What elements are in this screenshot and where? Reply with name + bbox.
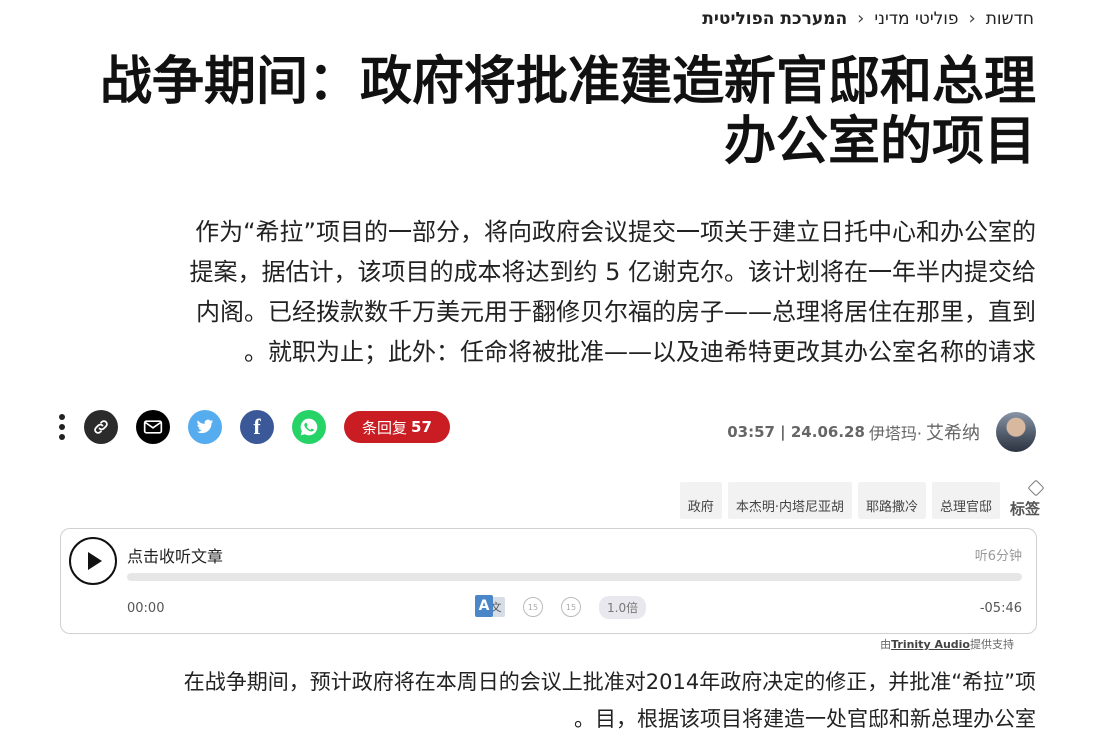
tag-icon — [1027, 479, 1045, 497]
player-controls: 文 A 15 15 1.0倍 — [475, 595, 647, 619]
breadcrumb-item-news[interactable]: חדשות — [986, 9, 1034, 29]
more-icon[interactable] — [54, 414, 70, 440]
player-title: 点击收听文章 — [127, 547, 224, 566]
title-line: 办公室的项目 — [723, 112, 1036, 172]
chevron-left-icon: ‹ — [968, 8, 976, 29]
article-body: 在战争期间，预计政府将在本周日的会议上批准对2014年政府决定的修正，并批准“希… — [56, 664, 1036, 738]
skip-back-icon[interactable]: 15 — [523, 597, 543, 617]
breadcrumb-item-political-system[interactable]: המערכת הפוליטית — [702, 9, 847, 29]
lede-line: 。就职为止；此外：任命将被批准——以及迪希特更改其办公室名称的请求 — [244, 338, 1036, 366]
comments-count: 57 — [411, 418, 432, 436]
audio-player: 点击收听文章 听6分钟 00:00 文 A 15 15 1.0倍 -05:46 — [60, 528, 1037, 634]
article-title: 战争期间：政府将批准建造新官邸和总理 办公室的项目 — [56, 52, 1036, 172]
player-duration: 听6分钟 — [974, 549, 1022, 564]
tag-item[interactable]: 总理官邸 — [931, 482, 1000, 519]
comments-label: 条回复 — [362, 418, 408, 437]
play-icon — [88, 552, 102, 570]
twitter-icon[interactable] — [188, 410, 222, 444]
play-button[interactable] — [69, 537, 117, 585]
trinity-audio-link[interactable]: Trinity Audio — [891, 638, 970, 651]
mail-icon[interactable] — [136, 410, 170, 444]
tag-item[interactable]: 耶路撒冷 — [857, 482, 926, 519]
title-line: 战争期间：政府将批准建造新官邸和总理 — [99, 52, 1036, 112]
player-time-start: 00:00 — [127, 601, 165, 616]
author-prefix: 伊塔玛· — [868, 424, 922, 443]
breadcrumb-item-political[interactable]: פוליטי מדיני — [874, 9, 958, 29]
avatar[interactable] — [996, 412, 1036, 452]
author-meta: 03:57 | 24.06.28 伊塔玛· 艾希纳 — [727, 419, 980, 445]
tags-bar: 标签 总理官邸 耶路撒冷 本杰明·内塔尼亚胡 政府 — [679, 479, 1045, 519]
article-lede: 作为“希拉”项目的一部分，将向政府会议提交一项关于建立日托中心和办公室的 提案，… — [56, 212, 1036, 372]
lede-line: 提案，据估计，该项目的成本将达到约 5 亿谢克尔。该计划将在一年半内提交给 — [189, 258, 1036, 286]
body-line: 在战争期间，预计政府将在本周日的会议上批准对2014年政府决定的修正，并批准“希… — [183, 670, 1036, 694]
tag-item[interactable]: 本杰明·内塔尼亚胡 — [727, 482, 852, 519]
translate-icon[interactable]: 文 A — [475, 595, 505, 619]
tag-item[interactable]: 政府 — [679, 482, 722, 519]
comments-button[interactable]: 条回复 57 — [344, 411, 450, 443]
publish-datetime: 03:57 | 24.06.28 — [727, 423, 865, 441]
tags-label: 标签 — [1009, 479, 1045, 519]
player-time-end: -05:46 — [979, 601, 1022, 616]
author-name[interactable]: 艾希纳 — [926, 419, 980, 445]
facebook-icon[interactable]: f — [240, 410, 274, 444]
tags-label-text: 标签 — [1009, 500, 1040, 518]
breadcrumb: חדשות ‹ פוליטי מדיני ‹ המערכת הפוליטית — [702, 8, 1034, 29]
player-progress-track[interactable] — [127, 573, 1022, 581]
lede-line: 内阁。已经拨款数千万美元用于翻修贝尔福的房子——总理将居住在那里，直到 — [196, 298, 1036, 326]
lede-line: 作为“希拉”项目的一部分，将向政府会议提交一项关于建立日托中心和办公室的 — [195, 218, 1036, 246]
share-bar: f 条回复 57 — [54, 410, 450, 444]
author-byline: 03:57 | 24.06.28 伊塔玛· 艾希纳 — [727, 412, 1036, 452]
link-icon[interactable] — [84, 410, 118, 444]
body-line: 。目，根据该项目将建造一处官邸和新总理办公室 — [574, 707, 1036, 731]
whatsapp-icon[interactable] — [292, 410, 326, 444]
audio-credit: 由Trinity Audio提供支持 — [880, 638, 1014, 651]
skip-forward-icon[interactable]: 15 — [561, 597, 581, 617]
speed-button[interactable]: 1.0倍 — [599, 595, 647, 619]
chevron-left-icon: ‹ — [857, 8, 865, 29]
